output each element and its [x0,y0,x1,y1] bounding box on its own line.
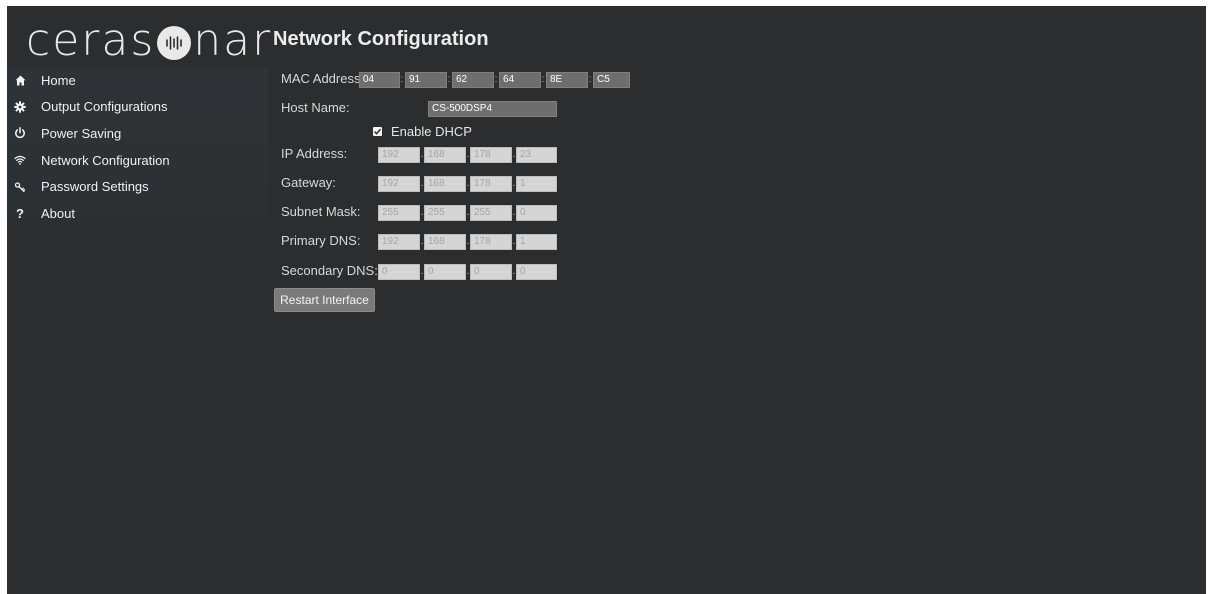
primary-dns-octet-4-field[interactable] [516,234,557,250]
gear-icon [12,101,28,113]
key-icon [12,181,28,193]
mac-separator: : [400,74,404,85]
ip-octet-4-field[interactable] [516,147,557,163]
wifi-icon [12,155,28,165]
mac-separator: : [588,74,592,85]
sidebar-item-password-settings[interactable]: Password Settings [7,173,268,200]
subnet-octet-3-field[interactable] [470,205,512,221]
home-icon [12,75,28,86]
question-icon: ? [16,205,24,221]
sidebar-item-home[interactable]: Home [7,67,268,94]
power-icon [12,127,28,139]
app-window: ceras nar Network Configuration Home Out… [7,6,1206,594]
mac-octet-5-field[interactable] [546,72,588,88]
sidebar-item-label: Output Configurations [41,99,168,115]
sidebar-item-label: Network Configuration [41,152,170,168]
sidebar-item-label: Password Settings [41,179,149,195]
ip-octet-1-field[interactable] [378,147,420,163]
restart-interface-button[interactable]: Restart Interface [274,288,375,312]
secondary-dns-label: Secondary DNS: [281,263,378,278]
mac-octet-3-field[interactable] [452,72,494,88]
subnet-octet-2-field[interactable] [424,205,466,221]
checkbox-checked-icon [373,127,382,136]
mac-octet-2-field[interactable] [405,72,447,88]
logo-text-left: ceras [26,14,156,66]
mac-address-label: MAC Address: [281,71,365,86]
page-title: Network Configuration [273,28,489,50]
gateway-octet-4-field[interactable] [516,176,557,192]
mac-separator: : [494,74,498,85]
sidebar: Home Output Configurations Power Saving … [7,67,268,233]
ip-address-label: IP Address: [281,146,348,161]
sidebar-item-about[interactable]: ? About [7,200,268,227]
gateway-octet-1-field[interactable] [378,176,420,192]
secondary-dns-octet-3-field[interactable] [470,264,512,280]
sidebar-item-output-configurations[interactable]: Output Configurations [7,94,268,121]
primary-dns-octet-2-field[interactable] [424,234,466,250]
subnet-octet-1-field[interactable] [378,205,420,221]
logo-text-right: nar [193,14,273,66]
gateway-label: Gateway: [281,175,336,190]
sidebar-item-label: Home [41,72,76,88]
gateway-octet-2-field[interactable] [424,176,466,192]
mac-octet-4-field[interactable] [499,72,541,88]
mac-octet-1-field[interactable] [359,72,400,88]
primary-dns-label: Primary DNS: [281,233,361,248]
gateway-octet-3-field[interactable] [470,176,512,192]
subnet-octet-4-field[interactable] [516,205,557,221]
enable-dhcp-label: Enable DHCP [391,124,472,139]
enable-dhcp-checkbox[interactable]: Enable DHCP [373,124,472,139]
sidebar-item-power-saving[interactable]: Power Saving [7,120,268,147]
host-name-label: Host Name: [281,100,350,115]
subnet-mask-label: Subnet Mask: [281,204,361,219]
host-name-field[interactable] [428,101,557,117]
sidebar-item-label: Power Saving [41,125,122,141]
cerasonar-logo: ceras nar [26,14,272,66]
sidebar-item-network-configuration[interactable]: Network Configuration [7,147,268,174]
ip-octet-3-field[interactable] [470,147,512,163]
secondary-dns-octet-1-field[interactable] [378,264,420,280]
secondary-dns-octet-2-field[interactable] [424,264,466,280]
sidebar-item-label: About [41,205,75,221]
ip-octet-2-field[interactable] [424,147,466,163]
primary-dns-octet-1-field[interactable] [378,234,420,250]
mac-separator: : [541,74,545,85]
secondary-dns-octet-4-field[interactable] [516,264,557,280]
mac-octet-6-field[interactable] [593,72,630,88]
mac-separator: : [447,74,451,85]
logo-sound-wave-icon [157,26,192,60]
primary-dns-octet-3-field[interactable] [470,234,512,250]
